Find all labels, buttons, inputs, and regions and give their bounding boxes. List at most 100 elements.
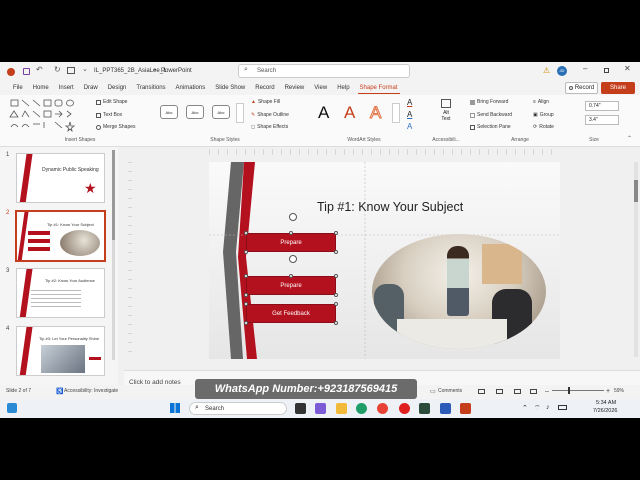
clock-date[interactable]: 7/26/2026 (593, 408, 617, 414)
rotate-button[interactable]: ⟳ Rotate (533, 124, 554, 130)
avatar[interactable]: JD (557, 66, 567, 76)
wordart-style-2[interactable]: A (344, 103, 355, 123)
text-effects-icon[interactable]: A (407, 122, 412, 131)
shape-fill-button[interactable]: ▲ Shape Fill (251, 99, 280, 105)
zoom-in-icon[interactable]: + (606, 388, 610, 395)
zoom-slider-thumb[interactable] (568, 387, 570, 394)
rotate-handle-2[interactable] (289, 255, 297, 263)
tab-home[interactable]: Home (28, 81, 54, 95)
widgets-icon[interactable] (7, 403, 17, 413)
record-button[interactable]: Record (565, 82, 598, 94)
edge-icon[interactable] (356, 403, 367, 414)
slide-photo[interactable] (372, 234, 546, 349)
start-icon[interactable] (170, 403, 180, 413)
reading-view-icon[interactable] (514, 388, 521, 394)
slide-thumbnail-3[interactable]: Tip #2: Know Your Audience (16, 268, 105, 318)
chat-icon[interactable] (315, 403, 326, 414)
handle-3-bl[interactable] (244, 321, 248, 325)
tab-shape-format[interactable]: Shape Format (355, 81, 403, 95)
wordart-more-button[interactable] (392, 103, 400, 123)
powerpoint-taskbar-icon[interactable] (460, 403, 471, 414)
edit-shape-button[interactable]: Edit Shape (96, 99, 127, 105)
width-field[interactable]: 3.4" (585, 115, 619, 125)
slide-thumbnail-4[interactable]: Tip #3: Let Your Personality Shine (16, 326, 105, 376)
text-box-button[interactable]: Text Box (96, 112, 122, 118)
normal-view-icon[interactable] (478, 388, 485, 394)
tab-animations[interactable]: Animations (171, 81, 211, 95)
alt-text-button[interactable]: Alt Text (436, 99, 456, 133)
tab-review[interactable]: Review (280, 81, 310, 95)
collapse-ribbon-icon[interactable]: ⌃ (627, 135, 632, 142)
editor-scrollbar[interactable] (634, 162, 638, 357)
volume-icon[interactable]: ♪ (546, 404, 550, 411)
handle-2-br[interactable] (334, 293, 338, 297)
shape-styles-more-button[interactable] (236, 103, 244, 123)
align-button[interactable]: ≡ Align (533, 99, 549, 105)
rotate-handle-1[interactable] (289, 213, 297, 221)
get-feedback-button[interactable]: Get Feedback (246, 304, 336, 323)
thumbs-scroll-thumb[interactable] (112, 150, 115, 240)
handle-2-bl[interactable] (244, 293, 248, 297)
tab-design[interactable]: Design (103, 81, 132, 95)
tab-draw[interactable]: Draw (79, 81, 103, 95)
handle-1-br[interactable] (334, 250, 338, 254)
prepare-button-1[interactable]: Prepare (246, 233, 336, 252)
shapes-gallery[interactable] (9, 98, 81, 133)
shape-style-1[interactable]: Abc (160, 105, 178, 119)
editor-scroll-thumb[interactable] (634, 180, 638, 202)
undo-icon[interactable]: ↶ (36, 65, 43, 74)
prepare-button-2[interactable]: Prepare (246, 276, 336, 295)
handle-2-tm[interactable] (289, 274, 293, 278)
slide-canvas[interactable]: Tip #1: Know Your Subject Prepare Prepar… (209, 162, 560, 359)
zoom-level[interactable]: 59% (614, 388, 624, 394)
handle-3-br[interactable] (334, 321, 338, 325)
zoom-out-icon[interactable]: – (545, 388, 549, 395)
handle-1-tr[interactable] (334, 231, 338, 235)
handle-3-tl[interactable] (244, 302, 248, 306)
shape-outline-button[interactable]: ✎ Shape Outline (251, 112, 289, 118)
handle-1-tl[interactable] (244, 231, 248, 235)
tab-insert[interactable]: Insert (54, 81, 79, 95)
slide-thumbnail-2[interactable]: Tip #1: Know Your Subject (15, 210, 106, 262)
zoom-slider[interactable] (552, 387, 604, 394)
minimize-icon[interactable]: – (583, 64, 587, 73)
clock-time[interactable]: 5:34 AM (596, 400, 616, 406)
slide-sorter-icon[interactable] (496, 388, 503, 394)
selection-pane-button[interactable]: Selection Pane (470, 124, 511, 130)
network-icon[interactable]: ⌔ (534, 404, 541, 413)
save-icon[interactable] (23, 68, 30, 75)
chrome-icon[interactable] (377, 403, 388, 414)
accessibility-status[interactable]: Accessibility: Investigate (64, 388, 118, 394)
word-icon[interactable] (440, 403, 451, 414)
slideshow-icon[interactable] (67, 67, 75, 74)
tab-view[interactable]: View (309, 81, 332, 95)
wordart-style-3[interactable]: A (369, 103, 381, 123)
handle-2-tr[interactable] (334, 274, 338, 278)
handle-3-tr[interactable] (334, 302, 338, 306)
text-outline-icon[interactable]: A (407, 110, 412, 119)
opera-icon[interactable] (399, 403, 410, 414)
search-box[interactable]: ⌕ Search (238, 64, 410, 78)
shape-effects-button[interactable]: ◻ Shape Effects (251, 124, 288, 130)
slide-title[interactable]: Tip #1: Know Your Subject (317, 200, 463, 214)
send-backward-button[interactable]: Send Backward (470, 112, 512, 118)
battery-icon[interactable] (558, 405, 567, 410)
tab-record[interactable]: Record (250, 81, 279, 95)
file-explorer-icon[interactable] (336, 403, 347, 414)
tab-slide-show[interactable]: Slide Show (210, 81, 250, 95)
handle-1-tm[interactable] (289, 231, 293, 235)
slideshow-view-icon[interactable] (530, 388, 537, 394)
group-button[interactable]: ▣ Group (533, 112, 554, 118)
handle-2-tl[interactable] (244, 274, 248, 278)
comments-icon[interactable]: ▭ (430, 388, 436, 395)
merge-shapes-button[interactable]: Merge Shapes (96, 124, 136, 130)
warning-icon[interactable]: ⚠ (543, 66, 550, 75)
wordart-style-1[interactable]: A (318, 103, 329, 123)
handle-1-bl[interactable] (244, 250, 248, 254)
tab-file[interactable]: File (8, 81, 28, 95)
terminal-icon[interactable] (419, 403, 430, 414)
qat-more-icon[interactable]: ⌄ (82, 65, 88, 73)
tab-transitions[interactable]: Transitions (131, 81, 170, 95)
redo-icon[interactable]: ↻ (54, 65, 61, 74)
task-view-icon[interactable] (295, 403, 306, 414)
